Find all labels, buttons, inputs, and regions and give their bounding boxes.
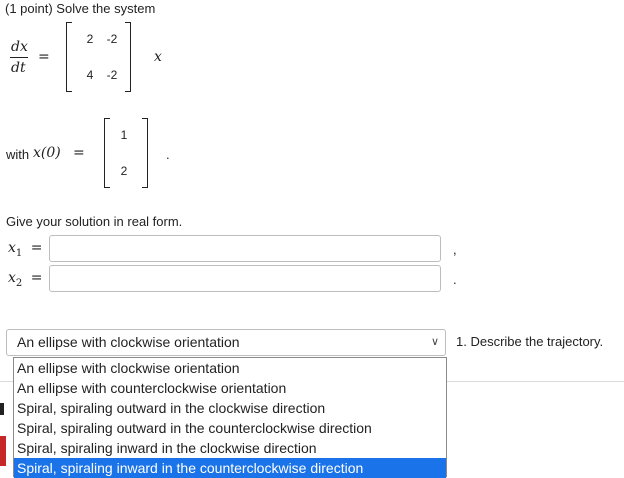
problem-intro: (1 point) Solve the system: [5, 1, 156, 16]
derivative-numerator: dx: [11, 39, 28, 55]
answer-equals: =: [30, 270, 43, 286]
answer-equals: =: [30, 240, 43, 256]
trajectory-select[interactable]: An ellipse with clockwise orientation ∨: [6, 329, 446, 356]
partial-text-fragment: [0, 403, 4, 415]
matrix-cell-12: -2: [106, 32, 118, 46]
system-variable: x: [154, 49, 162, 65]
x1-answer-input[interactable]: [49, 235, 441, 262]
fraction-bar: [10, 57, 28, 58]
dropdown-option[interactable]: An ellipse with clockwise orientation: [14, 358, 446, 378]
vector-right-bracket: [142, 118, 148, 188]
trajectory-prompt: 1. Describe the trajectory.: [456, 334, 604, 349]
vector-cell-2: 2: [120, 164, 128, 178]
instruction-text: Give your solution in real form.: [6, 214, 183, 229]
chevron-down-icon: ∨: [430, 336, 439, 348]
matrix-right-bracket: [125, 22, 131, 92]
red-submit-button-edge[interactable]: [0, 436, 6, 466]
derivative-denominator: dt: [11, 60, 26, 76]
answer-label-sub: 2: [15, 277, 23, 289]
answer-label-x2: x2 =: [8, 270, 42, 289]
dropdown-option[interactable]: Spiral, spiraling outward in the clockwi…: [14, 398, 446, 418]
initial-equals: =: [73, 145, 85, 161]
matrix-left-bracket: [66, 22, 72, 92]
initial-condition-label: x(0): [33, 145, 61, 161]
dropdown-option[interactable]: Spiral, spiraling outward in the counter…: [14, 418, 446, 438]
matrix-cell-21: 4: [86, 68, 94, 82]
matrix-cell-22: -2: [106, 68, 118, 82]
vector-left-bracket: [104, 118, 110, 188]
answer-period: .: [453, 272, 457, 287]
answer-label-sub: 1: [15, 247, 23, 259]
vector-cell-1: 1: [120, 128, 128, 142]
dropdown-option[interactable]: Spiral, spiraling inward in the clockwis…: [14, 438, 446, 458]
with-label: with: [6, 147, 30, 162]
answer-label-var: x: [8, 240, 16, 256]
dropdown-option[interactable]: An ellipse with counterclockwise orienta…: [14, 378, 446, 398]
dropdown-option-highlighted[interactable]: Spiral, spiraling inward in the counterc…: [14, 458, 446, 478]
equals-sign: =: [38, 49, 50, 65]
x2-answer-input[interactable]: [49, 265, 441, 292]
matrix-cell-11: 2: [86, 32, 94, 46]
answer-label-var: x: [8, 270, 16, 286]
answer-comma: ,: [453, 242, 457, 257]
answer-label-x1: x1 =: [8, 240, 42, 259]
trajectory-dropdown-list[interactable]: An ellipse with clockwise orientation An…: [13, 357, 447, 478]
vector-period: .: [166, 147, 170, 162]
trajectory-selected-value: An ellipse with clockwise orientation: [17, 334, 240, 350]
